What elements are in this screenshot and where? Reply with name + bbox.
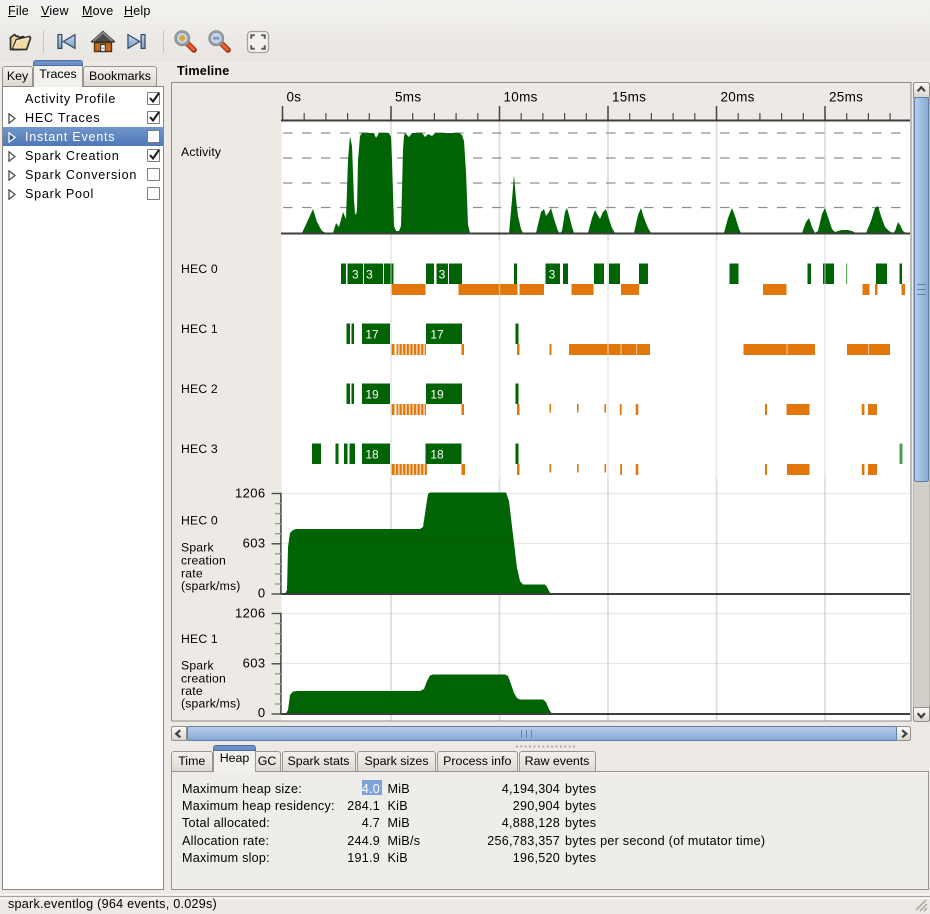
- svg-text:HEC 2: HEC 2: [181, 382, 218, 396]
- svg-text:HEC 3: HEC 3: [181, 442, 218, 456]
- svg-text:1206: 1206: [235, 486, 266, 501]
- svg-text:19: 19: [430, 388, 444, 402]
- svg-text:creation: creation: [181, 554, 226, 568]
- svg-text:Spark: Spark: [181, 659, 215, 673]
- svg-text:25ms: 25ms: [829, 90, 863, 105]
- svg-text:0s: 0s: [287, 90, 302, 105]
- svg-text:HEC 1: HEC 1: [181, 632, 218, 646]
- svg-text:17: 17: [430, 328, 444, 342]
- svg-text:18: 18: [365, 448, 379, 462]
- svg-text:5ms: 5ms: [395, 90, 421, 105]
- svg-text:1206: 1206: [235, 606, 266, 621]
- svg-text:HEC 1: HEC 1: [181, 322, 218, 336]
- svg-text:20ms: 20ms: [721, 90, 755, 105]
- svg-text:(spark/ms): (spark/ms): [181, 697, 241, 711]
- svg-text:0: 0: [258, 705, 266, 720]
- svg-text:3: 3: [439, 268, 446, 282]
- svg-text:603: 603: [243, 536, 266, 551]
- svg-text:17: 17: [365, 328, 379, 342]
- svg-text:Activity: Activity: [181, 145, 222, 159]
- svg-text:3: 3: [352, 268, 359, 282]
- svg-text:19: 19: [365, 388, 379, 402]
- svg-text:(spark/ms): (spark/ms): [181, 579, 241, 593]
- svg-text:3: 3: [549, 268, 556, 282]
- svg-text:18: 18: [430, 448, 444, 462]
- svg-text:Spark: Spark: [181, 541, 215, 555]
- svg-text:0: 0: [258, 585, 266, 600]
- svg-text:HEC 0: HEC 0: [181, 514, 218, 528]
- svg-text:3: 3: [366, 268, 373, 282]
- svg-text:603: 603: [243, 656, 266, 671]
- svg-text:10ms: 10ms: [504, 90, 538, 105]
- svg-text:HEC 0: HEC 0: [181, 262, 218, 276]
- svg-text:15ms: 15ms: [612, 90, 646, 105]
